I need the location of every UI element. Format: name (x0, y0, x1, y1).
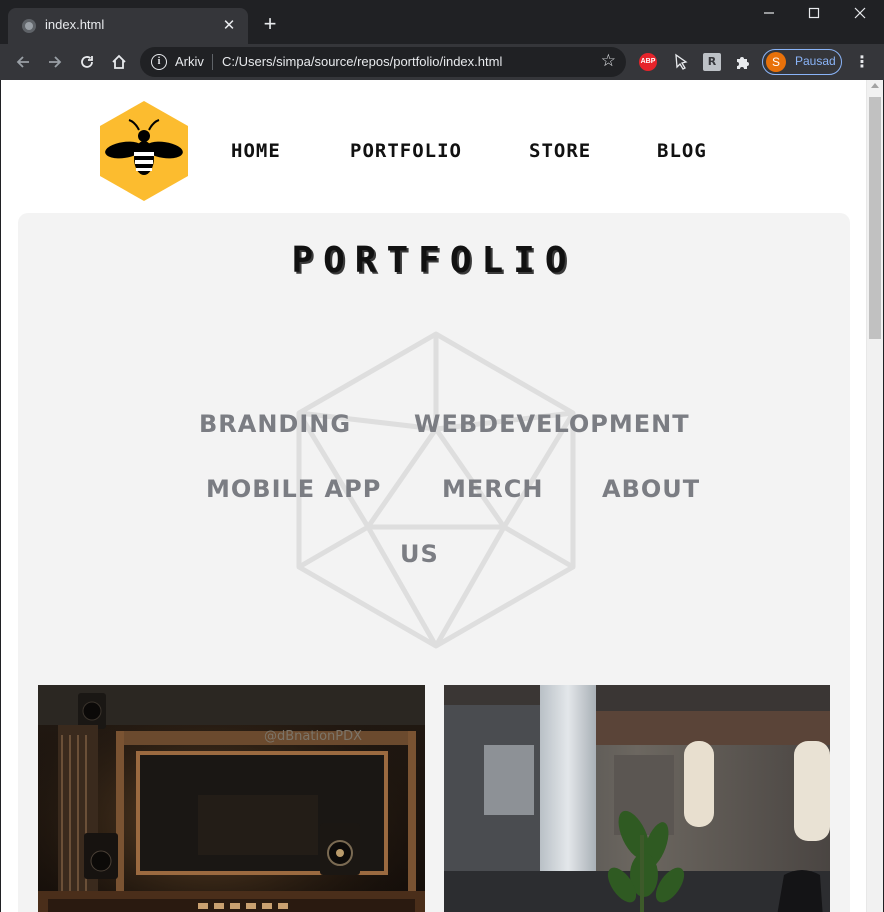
home-button[interactable] (106, 49, 132, 75)
nav-store-link[interactable]: STORE (529, 140, 591, 162)
scroll-up-arrow-icon[interactable] (871, 83, 879, 88)
globe-icon (22, 19, 36, 33)
new-tab-button[interactable]: + (258, 12, 282, 36)
tab-strip: index.html ✕ + (0, 0, 884, 44)
kebab-menu-icon[interactable]: ⋮ (852, 52, 872, 72)
photo-watermark: @dBnationPDX (264, 729, 362, 744)
home-icon (112, 54, 126, 69)
category-merch-link[interactable]: MERCH (442, 475, 543, 503)
nav-home-link[interactable]: HOME (231, 140, 281, 162)
portfolio-photo-studio[interactable]: @dBnationPDX (38, 685, 425, 912)
extensions-puzzle-icon[interactable] (734, 53, 752, 71)
reload-icon (81, 56, 93, 68)
reload-button[interactable] (74, 49, 100, 75)
mouse-extension-icon[interactable] (672, 53, 690, 71)
security-label[interactable]: Arkiv (175, 54, 204, 69)
bee-logo[interactable] (99, 100, 189, 202)
tab-title: index.html (45, 17, 105, 32)
category-about-link[interactable]: ABOUT (602, 475, 700, 503)
minimize-icon (764, 12, 774, 14)
back-button[interactable] (10, 49, 36, 75)
page-viewport: HOME PORTFOLIO STORE BLOG PORTFOLIO BRAN… (1, 80, 866, 912)
browser-toolbar: i Arkiv C:/Users/simpa/source/repos/port… (0, 44, 884, 80)
portfolio-section: PORTFOLIO BRANDING WEBDEVELOPMENT MOBILE… (18, 213, 850, 912)
omnibox-divider (212, 54, 213, 70)
category-branding-link[interactable]: BRANDING (199, 410, 351, 438)
minimize-button[interactable] (746, 0, 792, 30)
adblock-extension-icon[interactable]: ABP (639, 53, 657, 71)
profile-button[interactable]: S Pausad (762, 49, 842, 75)
maximize-icon (808, 7, 820, 19)
nav-portfolio-link[interactable]: PORTFOLIO (350, 140, 462, 162)
profile-status-label: Pausad (795, 54, 836, 68)
page-scrollbar[interactable] (866, 80, 883, 912)
r-extension-icon[interactable]: R (703, 53, 721, 71)
forward-arrow-icon (49, 56, 62, 68)
close-window-button[interactable] (837, 0, 883, 30)
info-icon[interactable]: i (151, 54, 167, 70)
url-text[interactable]: C:/Users/simpa/source/repos/portfolio/in… (222, 54, 502, 69)
back-arrow-icon (16, 56, 29, 68)
avatar: S (766, 52, 786, 72)
category-us-link[interactable]: US (400, 540, 439, 568)
page-title: PORTFOLIO (291, 240, 577, 281)
close-tab-icon[interactable]: ✕ (218, 14, 240, 36)
category-webdevelopment-link[interactable]: WEBDEVELOPMENT (414, 410, 690, 438)
nav-blog-link[interactable]: BLOG (657, 140, 707, 162)
category-mobile-app-link[interactable]: MOBILE APP (206, 475, 381, 503)
maximize-button[interactable] (791, 0, 837, 30)
address-bar[interactable]: i Arkiv C:/Users/simpa/source/repos/port… (140, 47, 626, 77)
portfolio-photo-cafe[interactable] (444, 685, 830, 912)
scroll-thumb[interactable] (869, 97, 881, 339)
browser-tab[interactable]: index.html ✕ (8, 8, 248, 44)
bookmark-star-icon[interactable]: ☆ (601, 51, 616, 71)
forward-button[interactable] (42, 49, 68, 75)
close-icon (854, 7, 866, 19)
